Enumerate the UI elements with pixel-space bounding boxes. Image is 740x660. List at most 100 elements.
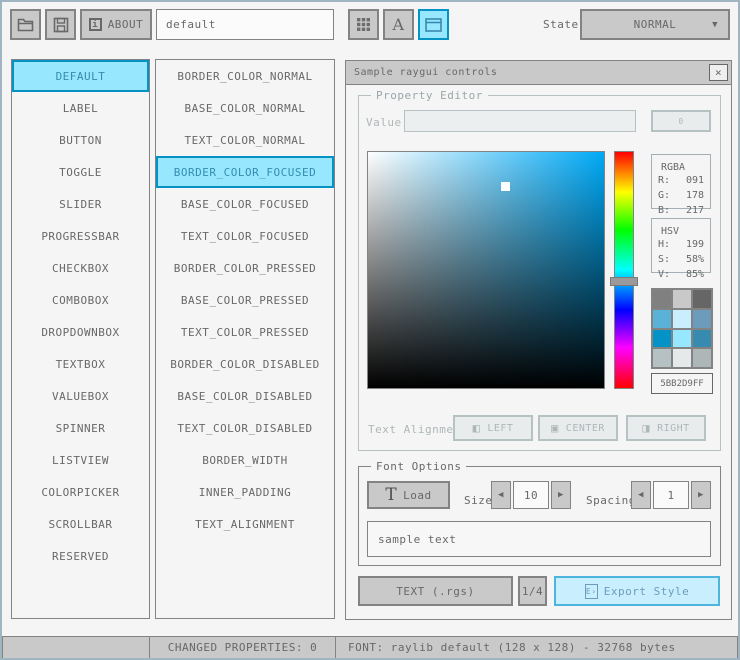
changed-properties-text: CHANGED PROPERTIES: 0: [167, 641, 318, 654]
control-item-combobox[interactable]: COMBOBOX: [12, 284, 149, 316]
style-name-input[interactable]: [156, 9, 334, 40]
hsv-group: HSV H: 199 S: 58% V: 85%: [651, 218, 711, 280]
export-format-label: TEXT (.rgs): [396, 584, 475, 598]
h-label: H:: [658, 239, 671, 250]
property-item[interactable]: BORDER_COLOR_NORMAL: [156, 60, 334, 92]
style-color-swatch[interactable]: [673, 290, 691, 308]
style-color-swatch[interactable]: [653, 309, 671, 328]
about-button-label: ABOUT: [107, 18, 144, 31]
control-item-toggle[interactable]: TOGGLE: [12, 156, 149, 188]
style-color-swatch[interactable]: [673, 349, 691, 367]
style-table-view-button[interactable]: [348, 9, 379, 40]
property-item[interactable]: BORDER_COLOR_DISABLED: [156, 348, 334, 380]
control-item-valuebox[interactable]: VALUEBOX: [12, 380, 149, 412]
property-item[interactable]: BASE_COLOR_PRESSED: [156, 284, 334, 316]
style-color-swatch[interactable]: [693, 329, 711, 348]
control-item-label[interactable]: LABEL: [12, 92, 149, 124]
align-right-label: RIGHT: [657, 422, 690, 434]
spinner-left-icon: ◀: [498, 490, 504, 500]
property-item[interactable]: INNER_PADDING: [156, 476, 334, 508]
spacing-increment-button[interactable]: ▶: [691, 481, 711, 509]
font-A-icon: A: [392, 15, 405, 34]
control-item-listview[interactable]: LISTVIEW: [12, 444, 149, 476]
window-panel-icon: [425, 17, 442, 32]
control-item-default[interactable]: DEFAULT: [12, 60, 149, 92]
style-color-swatch[interactable]: [693, 309, 711, 328]
size-value-box[interactable]: 10: [513, 481, 549, 509]
sample-window-titlebar[interactable]: Sample raygui controls: [346, 61, 731, 85]
style-color-swatch[interactable]: [653, 349, 671, 367]
property-item[interactable]: TEXT_COLOR_PRESSED: [156, 316, 334, 348]
style-color-swatch[interactable]: [693, 349, 711, 367]
sample-controls-window: Sample raygui controls × Property Editor…: [345, 60, 732, 620]
property-item[interactable]: BASE_COLOR_NORMAL: [156, 92, 334, 124]
value-slider[interactable]: [404, 110, 636, 132]
hue-slider[interactable]: [610, 277, 638, 286]
control-item-slider[interactable]: SLIDER: [12, 188, 149, 220]
size-decrement-button[interactable]: ◀: [491, 481, 511, 509]
align-center-button[interactable]: ▣ CENTER: [538, 415, 618, 441]
hex-value: 5BB2D9FF: [660, 378, 704, 389]
align-left-button[interactable]: ◧ LEFT: [453, 415, 533, 441]
align-right-button[interactable]: ◨ RIGHT: [626, 415, 706, 441]
grid-icon: [356, 17, 371, 32]
property-item[interactable]: TEXT_COLOR_FOCUSED: [156, 220, 334, 252]
align-left-label: LEFT: [487, 422, 514, 434]
control-item-checkbox[interactable]: CHECKBOX: [12, 252, 149, 284]
property-item[interactable]: BASE_COLOR_DISABLED: [156, 380, 334, 412]
control-item-spinner[interactable]: SPINNER: [12, 412, 149, 444]
spinner-right-icon: ▶: [558, 490, 564, 500]
size-increment-button[interactable]: ▶: [551, 481, 571, 509]
save-style-button[interactable]: [45, 9, 76, 40]
style-page-label: 1/4: [521, 584, 544, 598]
sample-text-box[interactable]: sample text: [367, 521, 711, 557]
open-style-button[interactable]: [10, 9, 41, 40]
style-page-button[interactable]: 1/4: [518, 576, 547, 606]
export-format-button[interactable]: TEXT (.rgs): [358, 576, 513, 606]
spinner-right-icon: ▶: [698, 490, 704, 500]
export-style-button[interactable]: E› Export Style: [554, 576, 720, 606]
control-item-scrollbar[interactable]: SCROLLBAR: [12, 508, 149, 540]
control-item-dropdownbox[interactable]: DROPDOWNBOX: [12, 316, 149, 348]
controls-view-button[interactable]: [418, 9, 449, 40]
property-item[interactable]: TEXT_ALIGNMENT: [156, 508, 334, 540]
style-color-swatch[interactable]: [673, 329, 691, 348]
align-center-icon: ▣: [551, 421, 559, 435]
control-item-colorpicker[interactable]: COLORPICKER: [12, 476, 149, 508]
control-item-progressbar[interactable]: PROGRESSBAR: [12, 220, 149, 252]
control-item-reserved[interactable]: RESERVED: [12, 540, 149, 572]
style-color-swatch[interactable]: [653, 290, 671, 308]
property-item-selected[interactable]: BORDER_COLOR_FOCUSED: [156, 156, 334, 188]
property-item[interactable]: BASE_COLOR_FOCUSED: [156, 188, 334, 220]
control-item-textbox[interactable]: TEXTBOX: [12, 348, 149, 380]
value-box[interactable]: 0: [651, 110, 711, 132]
font-load-label: Load: [403, 488, 432, 502]
about-button[interactable]: i ABOUT: [80, 9, 152, 40]
font-load-button[interactable]: T Load: [367, 481, 450, 509]
property-item[interactable]: TEXT_COLOR_NORMAL: [156, 124, 334, 156]
color-picker-panel[interactable]: [367, 151, 605, 389]
state-dropdown[interactable]: NORMAL ▼: [580, 9, 730, 40]
r-value: 091: [685, 175, 704, 186]
hue-bar[interactable]: [614, 151, 634, 389]
value-label: Value:: [366, 116, 409, 129]
style-colors-grid: [651, 288, 713, 369]
hex-value-box[interactable]: 5BB2D9FF: [651, 373, 713, 394]
property-item[interactable]: BORDER_COLOR_PRESSED: [156, 252, 334, 284]
style-color-swatch[interactable]: [653, 329, 671, 348]
save-icon: [53, 17, 69, 33]
statusbar-font-info: FONT: raylib default (128 x 128) - 32768…: [335, 636, 738, 659]
statusbar-changed-properties: CHANGED PROPERTIES: 0: [149, 636, 336, 659]
style-color-swatch[interactable]: [673, 309, 691, 328]
spacing-value-box[interactable]: 1: [653, 481, 689, 509]
close-window-button[interactable]: ×: [709, 64, 728, 81]
rguistyler-window: i ABOUT A State: NORMAL ▼ DEFAULT LABEL …: [0, 0, 740, 660]
property-item[interactable]: BORDER_WIDTH: [156, 444, 334, 476]
spacing-decrement-button[interactable]: ◀: [631, 481, 651, 509]
style-color-swatch[interactable]: [693, 290, 711, 308]
s-value: 58%: [685, 254, 704, 265]
font-view-button[interactable]: A: [383, 9, 414, 40]
control-item-button[interactable]: BUTTON: [12, 124, 149, 156]
property-item[interactable]: TEXT_COLOR_DISABLED: [156, 412, 334, 444]
color-picker-cursor[interactable]: [501, 182, 510, 191]
